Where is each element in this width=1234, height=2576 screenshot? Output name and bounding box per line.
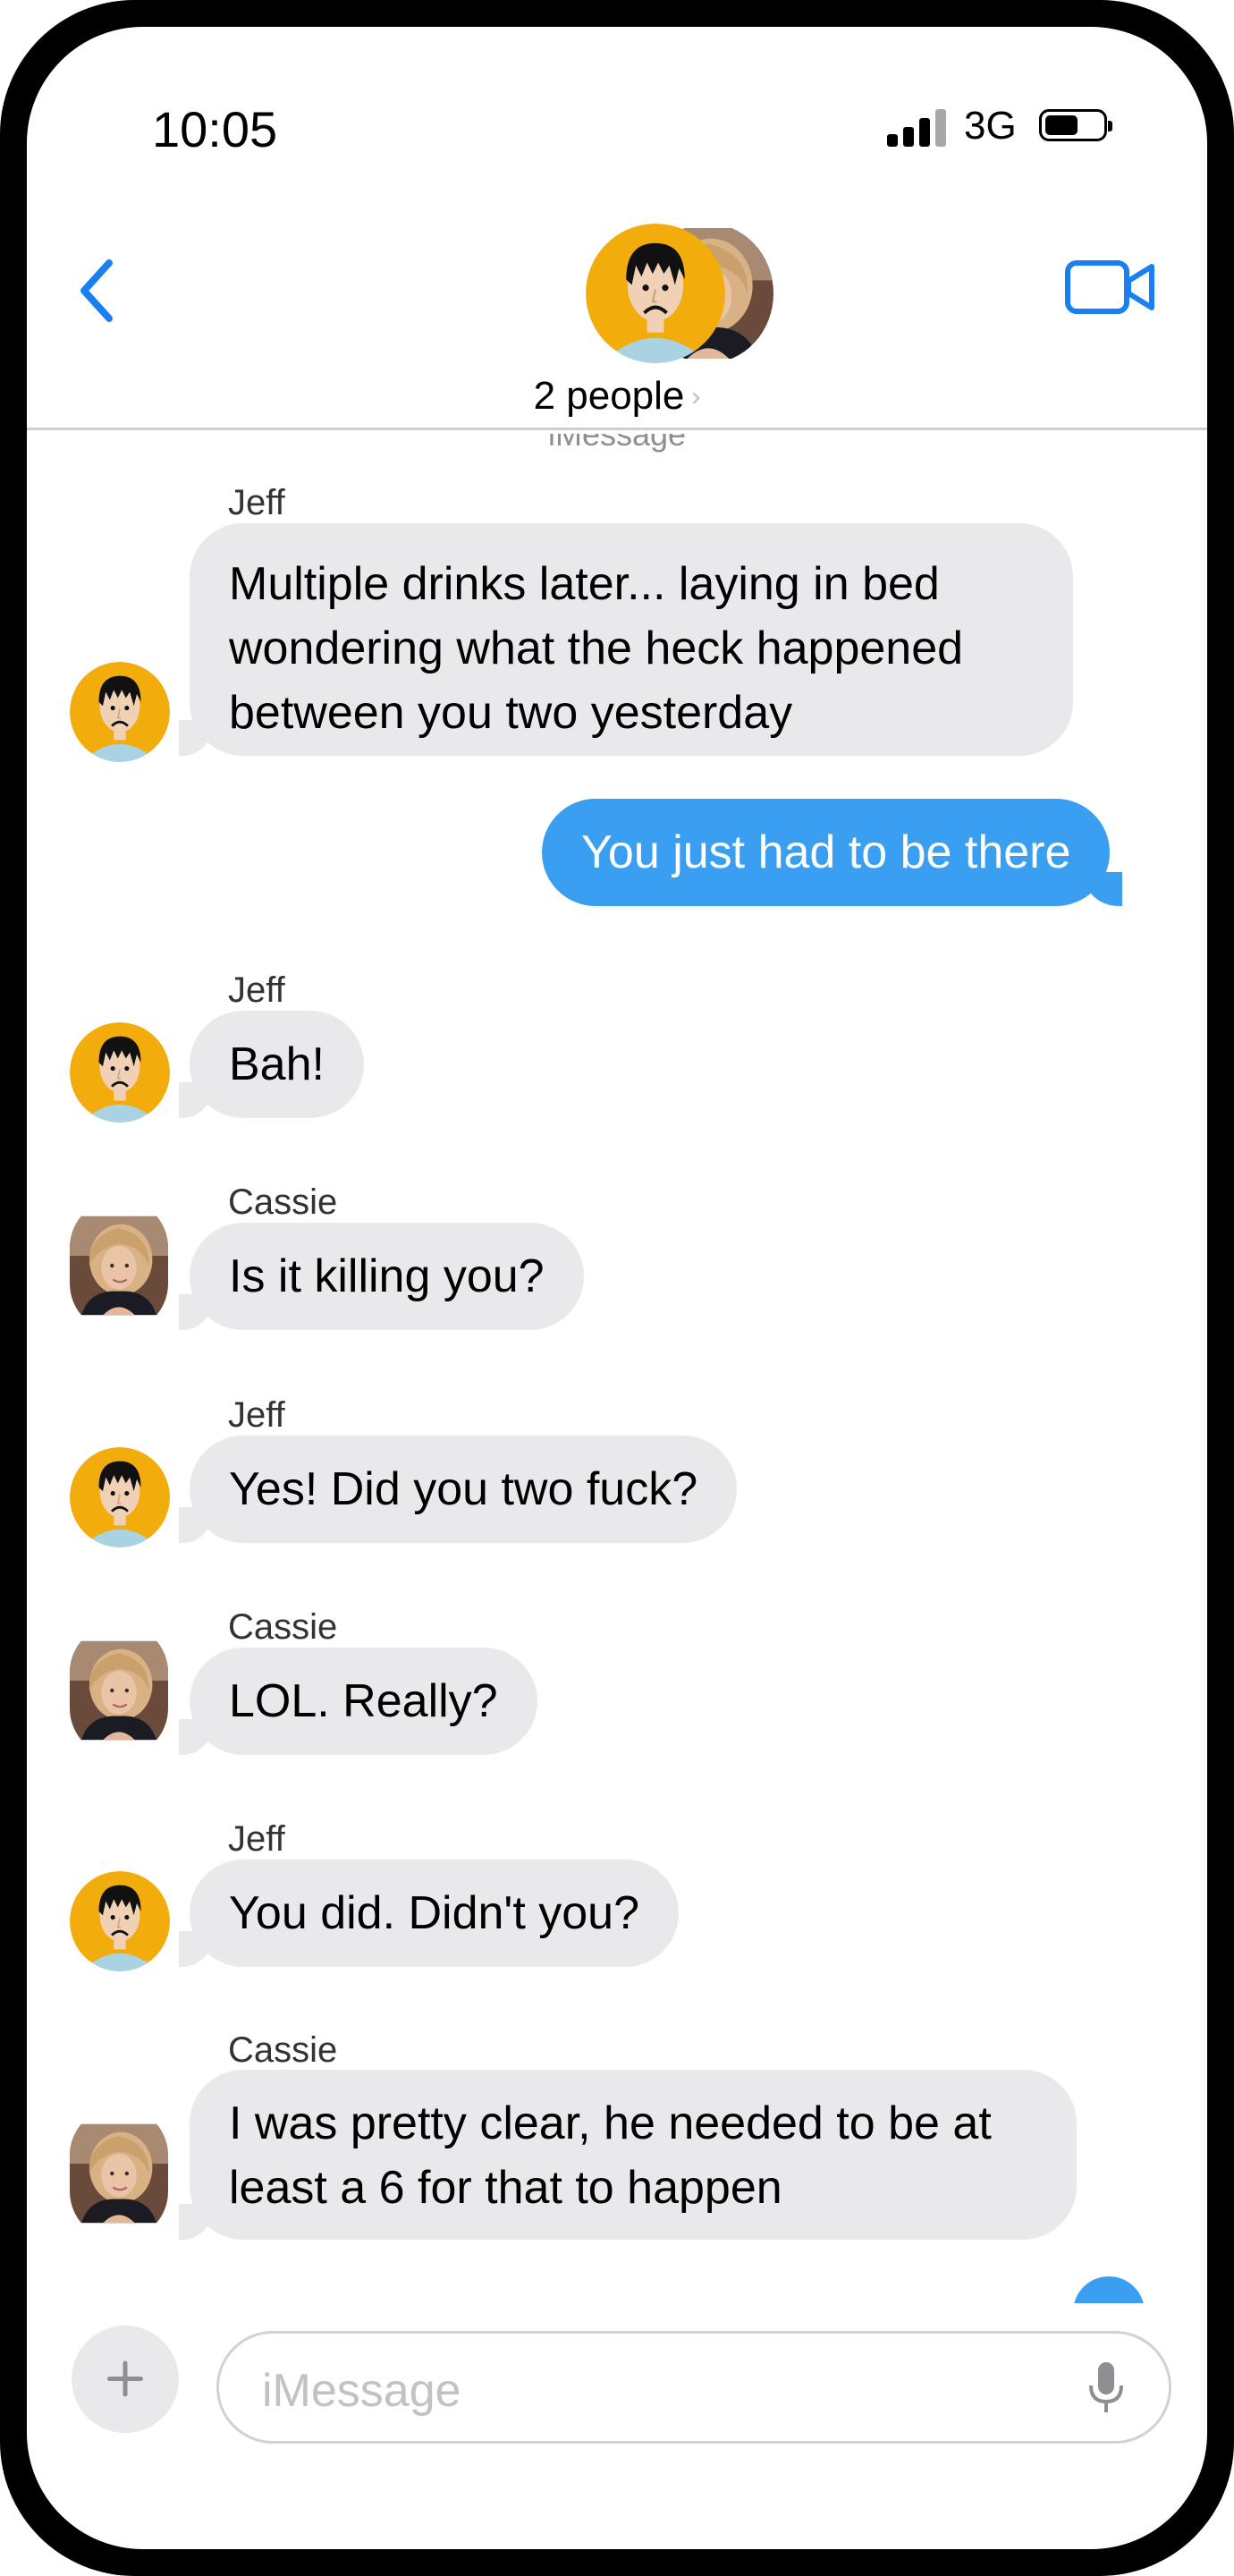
message-bubble-sent[interactable]: You just had to be there (542, 799, 1123, 906)
message-text: Multiple drinks later... laying in bed (229, 558, 940, 610)
jeff-avatar (70, 1871, 170, 1971)
phone-frame: 10:05 3G 2 people › iMessage Jeff Multipl… (0, 0, 1234, 2576)
video-camera-icon[interactable] (1064, 256, 1157, 317)
jeff-avatar (70, 1022, 170, 1123)
sender-name: Jeff (228, 1819, 285, 1859)
phone-screen: 10:05 3G 2 people › iMessage Jeff Multipl… (27, 27, 1207, 2549)
message-input[interactable]: iMessage (216, 2331, 1171, 2444)
composer-bar: iMessage (27, 2299, 1207, 2444)
status-time: 10:05 (152, 101, 278, 157)
message-text: between you two yesterday (229, 687, 793, 739)
message-bubble[interactable]: LOL. Really? (179, 1648, 537, 1755)
sender-name: Cassie (228, 1607, 338, 1647)
cassie-avatar (70, 2123, 168, 2224)
message-bubble[interactable]: Bah! (179, 1011, 364, 1118)
chevron-right-icon: › (691, 382, 701, 411)
network-type: 3G (964, 104, 1017, 148)
message-bubble[interactable]: I was pretty clear, he needed to be at l… (179, 2070, 1077, 2240)
signal-strength-icon (887, 109, 950, 147)
sender-name: Jeff (228, 970, 285, 1010)
sender-name: Jeff (228, 483, 285, 522)
participant-count: 2 people (533, 374, 685, 418)
message-bubble[interactable]: Multiple drinks later... laying in bed w… (179, 523, 1073, 756)
sender-name: Cassie (228, 2030, 338, 2070)
message-text: least a 6 for that to happen (229, 2162, 782, 2214)
jeff-avatar (70, 662, 170, 762)
message-bubble[interactable]: Yes! Did you two fuck? (178, 1436, 738, 1543)
cassie-avatar (70, 1215, 168, 1317)
microphone-icon[interactable] (1086, 2360, 1126, 2416)
back-chevron-icon[interactable] (64, 250, 127, 331)
battery-icon (1039, 109, 1112, 141)
plus-icon[interactable] (72, 2326, 179, 2433)
conversation-header: 2 people › (27, 188, 1207, 430)
jeff-avatar (586, 224, 725, 363)
sender-name: Jeff (228, 1395, 285, 1435)
cassie-avatar (70, 1640, 168, 1741)
conversation-title[interactable]: 2 people › (27, 374, 1207, 419)
message-text: I was pretty clear, he needed to be at (229, 2097, 992, 2149)
message-bubble[interactable]: Is it killing you? (179, 1223, 584, 1330)
group-avatars[interactable] (586, 224, 773, 367)
message-input-placeholder: iMessage (262, 2365, 461, 2417)
sender-name: Cassie (228, 1182, 338, 1222)
message-bubble[interactable]: You did. Didn't you? (178, 1860, 680, 1967)
message-text: wondering what the heck happened (229, 623, 964, 674)
status-bar: 10:05 3G (27, 27, 1207, 188)
thread-service-label: iMessage (547, 434, 687, 453)
jeff-avatar (70, 1447, 170, 1547)
